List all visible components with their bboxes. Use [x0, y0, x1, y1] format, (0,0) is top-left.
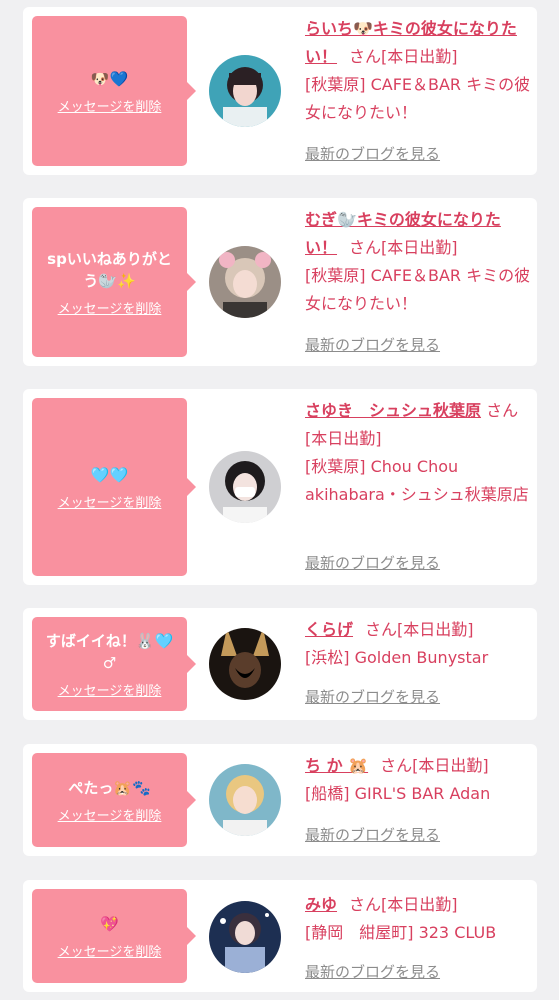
- avatar[interactable]: [209, 901, 281, 973]
- message-bubble: 🩵🩵 メッセージを削除: [32, 398, 196, 576]
- message-card: すばイイね！🐰🩵♂ メッセージを削除 くらげ さん[本日出勤] [浜松] Gold…: [23, 608, 537, 720]
- delete-message-link[interactable]: メッセージを削除: [58, 298, 162, 317]
- latest-blog-link[interactable]: 最新のブログを見る: [305, 143, 440, 164]
- message-bubble: すばイイね！🐰🩵♂ メッセージを削除: [32, 617, 196, 711]
- message-text: ぺたっ🐹🐾: [68, 778, 151, 797]
- cast-name-link[interactable]: さゆき シュシュ秋葉原: [305, 401, 481, 420]
- cast-name-link[interactable]: くらげ: [305, 620, 353, 639]
- message-text: spいいねありがとう🦭✨: [47, 249, 172, 290]
- message-bubble: ぺたっ🐹🐾 メッセージを削除: [32, 753, 196, 847]
- cast-name-link[interactable]: みゆ: [305, 895, 337, 914]
- cast-info: ち か 🐹 さん[本日出勤] [船橋] GIRL'S BAR Adan: [305, 752, 531, 808]
- message-text: 🩵🩵: [90, 465, 129, 484]
- shop-name: [秋葉原] Chou Chou akihabara・シュシュ秋葉原店: [305, 457, 529, 504]
- message-card: 🩵🩵 メッセージを削除 さゆき シュシュ秋葉原 さん[本日出勤] [秋葉原] C…: [23, 389, 537, 585]
- shop-name: [静岡 紺屋町] 323 CLUB: [305, 923, 497, 942]
- shop-name: [秋葉原] CAFE＆BAR キミの彼女になりたい！: [305, 75, 531, 122]
- cast-info: くらげ さん[本日出勤] [浜松] Golden Bunystar: [305, 616, 531, 672]
- delete-message-link[interactable]: メッセージを削除: [58, 492, 162, 511]
- cast-status: さん[本日出勤]: [349, 238, 458, 257]
- delete-message-link[interactable]: メッセージを削除: [58, 805, 162, 824]
- message-card: spいいねありがとう🦭✨ メッセージを削除 むぎ🦭キミの彼女になりたい！ さん[本…: [23, 198, 537, 366]
- shop-name: [秋葉原] CAFE＆BAR キミの彼女になりたい！: [305, 266, 531, 313]
- cast-info: らいち🐶キミの彼女になりたい！ さん[本日出勤] [秋葉原] CAFE＆BAR キ…: [305, 15, 531, 127]
- message-bubble: 🐶💙 メッセージを削除: [32, 16, 196, 166]
- cast-status: さん[本日出勤]: [365, 620, 474, 639]
- message-text: 🐶💙: [90, 69, 129, 88]
- cast-status: さん[本日出勤]: [349, 47, 458, 66]
- cast-info: みゆ さん[本日出勤] [静岡 紺屋町] 323 CLUB: [305, 891, 531, 947]
- message-list: 🐶💙 メッセージを削除 らいち🐶キミの彼女になりたい！ さん[本日出勤] [秋葉原…: [0, 0, 559, 1000]
- message-card: 🐶💙 メッセージを削除 らいち🐶キミの彼女になりたい！ さん[本日出勤] [秋葉原…: [23, 7, 537, 175]
- cast-status: さん[本日出勤]: [349, 895, 458, 914]
- message-text: 💖: [100, 914, 119, 933]
- message-card: ぺたっ🐹🐾 メッセージを削除 ち か 🐹 さん[本日出勤] [船橋] GIRL'S…: [23, 744, 537, 856]
- delete-message-link[interactable]: メッセージを削除: [58, 941, 162, 960]
- avatar[interactable]: [209, 246, 281, 318]
- avatar[interactable]: [209, 55, 281, 127]
- message-text: すばイイね！🐰🩵♂: [45, 631, 174, 672]
- shop-name: [浜松] Golden Bunystar: [305, 648, 489, 667]
- cast-name-link[interactable]: ち か 🐹: [305, 756, 368, 775]
- latest-blog-link[interactable]: 最新のブログを見る: [305, 824, 440, 845]
- shop-name: [船橋] GIRL'S BAR Adan: [305, 784, 491, 803]
- avatar[interactable]: [209, 628, 281, 700]
- latest-blog-link[interactable]: 最新のブログを見る: [305, 552, 440, 573]
- delete-message-link[interactable]: メッセージを削除: [58, 680, 162, 699]
- latest-blog-link[interactable]: 最新のブログを見る: [305, 961, 440, 982]
- cast-info: むぎ🦭キミの彼女になりたい！ さん[本日出勤] [秋葉原] CAFE＆BAR キミ…: [305, 206, 531, 318]
- avatar[interactable]: [209, 451, 281, 523]
- cast-status: さん[本日出勤]: [380, 756, 489, 775]
- message-card: 💖 メッセージを削除 みゆ さん[本日出勤] [静岡 紺屋町] 323 CLUB …: [23, 880, 537, 992]
- delete-message-link[interactable]: メッセージを削除: [58, 96, 162, 115]
- latest-blog-link[interactable]: 最新のブログを見る: [305, 686, 440, 707]
- message-bubble: spいいねありがとう🦭✨ メッセージを削除: [32, 207, 196, 357]
- avatar[interactable]: [209, 764, 281, 836]
- latest-blog-link[interactable]: 最新のブログを見る: [305, 334, 440, 355]
- cast-info: さゆき シュシュ秋葉原 さん[本日出勤] [秋葉原] Chou Chou aki…: [305, 397, 531, 509]
- message-bubble: 💖 メッセージを削除: [32, 889, 196, 983]
